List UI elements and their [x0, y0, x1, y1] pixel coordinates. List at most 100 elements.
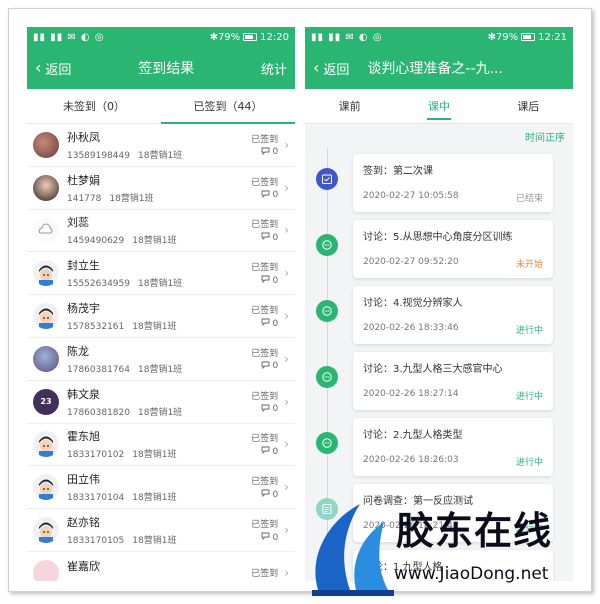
checkin-status: 已签到 0 [251, 431, 278, 457]
statistics-button[interactable]: 统计 [261, 59, 287, 78]
comment-count: 0 [251, 532, 278, 543]
activity-footer: 2020-02-27 09:52:20 未开始 [363, 257, 543, 270]
checkin-status: 已签到 0 [251, 389, 278, 415]
tab-after-class[interactable]: 课后 [484, 89, 573, 123]
student-info: 刘蕊 1459490629 18营销1班 [67, 214, 251, 246]
student-row[interactable]: 封立生 15552634959 18营销1班 已签到 0 › [27, 252, 295, 296]
tab-in-class[interactable]: 课中 [394, 89, 483, 123]
student-name: 杨茂宇 [67, 302, 100, 316]
tab-before-class[interactable]: 课前 [305, 89, 394, 123]
checkin-icon [316, 168, 338, 190]
discussion-icon [316, 432, 338, 454]
comment-icon [261, 404, 270, 415]
timeline-item: 签到：第二次课 2020-02-27 10:05:58 已结束 [305, 154, 573, 214]
sort-order-toggle[interactable]: 时间正序 [305, 124, 573, 148]
discussion-icon [316, 234, 338, 256]
student-phone: 17860381820 [67, 407, 130, 418]
student-phone: 17860381764 [67, 364, 130, 375]
status-icons: ▮▮ ▮▮ ✉ ◐ ◎ [311, 31, 383, 43]
comment-count: 0 [251, 275, 278, 286]
comment-count: 0 [251, 489, 278, 500]
activity-card[interactable]: 签到：第二次课 2020-02-27 10:05:58 已结束 [353, 154, 553, 212]
comment-count-value: 0 [272, 232, 279, 243]
checkin-status-label: 已签到 [251, 177, 279, 188]
tab-not-checked-in[interactable]: 未签到（0） [27, 89, 161, 123]
comment-icon [261, 446, 270, 457]
student-name: 崔嘉欣 [67, 560, 100, 574]
student-meta: 1459490629 18营销1班 [67, 233, 251, 246]
checkin-status-label: 已签到 [251, 434, 279, 445]
activity-card[interactable]: 讨论：1.九型人格 [353, 550, 553, 581]
student-row[interactable]: 田立伟 1833170104 18营销1班 已签到 0 › [27, 466, 295, 510]
student-name: 霍东旭 [67, 430, 100, 444]
activity-time: 2020-02-26 18:26:03 [363, 455, 459, 465]
checkin-status-label: 已签到 [251, 306, 279, 317]
chevron-right-icon: › [284, 437, 289, 452]
chevron-right-icon: › [284, 480, 289, 495]
timeline-item: 讨论：3.九型人格三大感官中心 2020-02-26 18:27:14 进行中 [305, 352, 573, 412]
student-row[interactable]: 23 韩文泉 17860381820 18营销1班 已签到 0 › [27, 381, 295, 424]
student-row[interactable]: 刘蕊 1459490629 18营销1班 已签到 0 › [27, 210, 295, 253]
student-row[interactable]: 霍东旭 1833170102 18营销1班 已签到 0 › [27, 424, 295, 467]
back-button[interactable]: ‹ 返回 [313, 59, 349, 78]
student-row[interactable]: 崔嘉欣 已签到 › [27, 552, 295, 581]
back-label: 返回 [323, 62, 350, 78]
activity-card[interactable]: 讨论：4.视觉分辨家人 2020-02-26 18:33:46 进行中 [353, 286, 553, 344]
student-info: 孙秋凤 13589198449 18营销1班 [67, 129, 251, 161]
avatar-cartoon-icon [33, 260, 59, 287]
student-info: 霍东旭 1833170102 18营销1班 [67, 428, 251, 460]
tab-checked-in[interactable]: 已签到（44） [161, 89, 295, 124]
activity-card[interactable]: 讨论：5.从思想中心角度分区训练 2020-02-27 09:52:20 未开始 [353, 220, 553, 278]
student-name: 田立伟 [67, 473, 100, 487]
student-class: 18营销1班 [132, 493, 177, 504]
avatar-photo-2-icon [33, 174, 59, 201]
student-row[interactable]: 杨茂宇 1578532161 18营销1班 已签到 0 › [27, 295, 295, 338]
student-class: 18营销1班 [132, 536, 177, 547]
comment-icon [261, 489, 270, 500]
student-meta: 1578532161 18营销1班 [67, 319, 251, 332]
activity-footer: 2020-02-26 18:33:46 进行中 [363, 323, 543, 336]
student-info: 赵亦铭 1833170105 18营销1班 [67, 514, 251, 546]
chevron-left-icon: ‹ [35, 58, 42, 77]
comment-count: 0 [251, 232, 278, 243]
student-name: 刘蕊 [67, 216, 89, 230]
student-row[interactable]: 杜梦娟 141778 18营销1班 已签到 0 › [27, 167, 295, 210]
student-meta: 1833170102 18营销1班 [67, 447, 251, 460]
back-button[interactable]: ‹ 返回 [35, 59, 71, 78]
student-name: 杜梦娟 [67, 173, 100, 187]
checkin-status: 已签到 0 [251, 260, 278, 286]
comment-count-value: 0 [272, 489, 279, 500]
activity-status: 进行中 [515, 392, 543, 402]
clock: 12:21 [538, 31, 567, 43]
comment-count-value: 0 [272, 532, 279, 543]
checkin-status: 已签到 0 [251, 474, 278, 500]
student-name: 韩文泉 [67, 387, 100, 401]
avatar-purple-icon: 23 [33, 388, 59, 415]
status-bar: ▮▮ ▮▮ ✉ ◐ ◎ ✱79% 12:21 [305, 27, 573, 47]
activity-title: 问卷调查：第一反应测试 [363, 496, 473, 507]
student-meta: 17860381764 18营销1班 [67, 362, 251, 375]
student-row[interactable]: 赵亦铭 1833170105 18营销1班 已签到 0 › [27, 509, 295, 552]
checkin-status-label: 已签到 [251, 477, 279, 488]
activity-card[interactable]: 问卷调查：第一反应测试 2020-02-26 18:21:47 进行中 [353, 484, 553, 542]
battery-percent: ✱79% [487, 31, 519, 43]
student-info: 崔嘉欣 [67, 558, 251, 581]
timeline-item: 讨论：5.从思想中心角度分区训练 2020-02-27 09:52:20 未开始 [305, 220, 573, 280]
chevron-right-icon: › [284, 523, 289, 538]
comment-icon [261, 318, 270, 329]
comment-icon [261, 147, 270, 158]
student-name: 封立生 [67, 259, 100, 273]
student-phone: 15552634959 [67, 279, 130, 290]
activity-card[interactable]: 讨论：2.九型人格类型 2020-02-26 18:26:03 进行中 [353, 418, 553, 476]
activity-card[interactable]: 讨论：3.九型人格三大感官中心 2020-02-26 18:27:14 进行中 [353, 352, 553, 410]
title-bar: ‹ 返回 签到结果 统计 [27, 47, 295, 89]
activity-status: 进行中 [515, 458, 543, 468]
battery-icon [243, 33, 258, 41]
activity-footer: 2020-02-26 18:26:03 进行中 [363, 455, 543, 468]
student-row[interactable]: 陈龙 17860381764 18营销1班 已签到 0 › [27, 338, 295, 381]
student-class: 18营销1班 [132, 236, 177, 247]
student-row[interactable]: 孙秋凤 13589198449 18营销1班 已签到 0 › [27, 124, 295, 167]
sort-order-label: 时间正序 [525, 132, 565, 144]
avatar-cartoon-icon [33, 303, 59, 330]
activity-title: 讨论：3.九型人格三大感官中心 [363, 364, 503, 375]
